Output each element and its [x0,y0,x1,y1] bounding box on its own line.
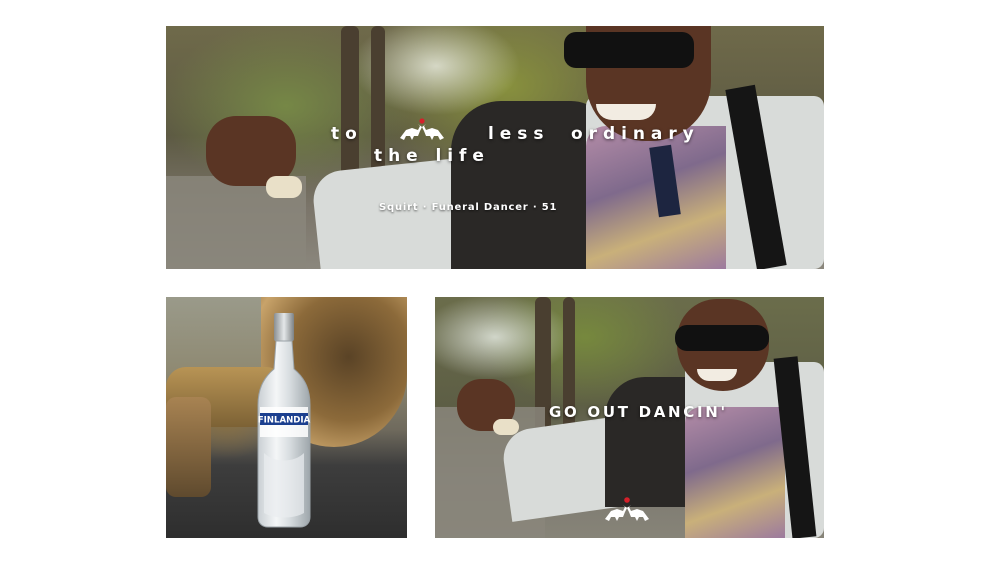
dancer-photo-panel: GO OUT DANCIN' [435,297,824,538]
bracelet [493,419,519,435]
headline-word-to: to [331,124,363,144]
finlandia-reindeer-logo-icon [398,118,446,142]
bottle-brand-label: FINLANDIA [258,416,311,426]
vodka-bottle: FINLANDIA [257,313,311,528]
ad-layout: to less ordinary the life Squirt · Funer… [0,0,1000,562]
slogan-text: GO OUT DANCIN' [549,403,728,421]
finlandia-reindeer-logo-icon [603,497,651,523]
photo-caption: Squirt · Funeral Dancer · 51 [379,202,558,213]
sunglasses [564,32,694,68]
headline-line-2: the life [374,146,490,166]
headline-word-ordinary: ordinary [571,124,700,144]
bracelet [266,176,302,198]
dancer-smile [697,369,737,381]
tuba-foot [166,397,211,497]
dancer-smile [596,104,656,120]
sunglasses [675,325,769,351]
bottle-photo-panel: FINLANDIA [166,297,407,538]
dancer-sash [685,407,785,538]
headline-word-less: less [488,124,550,144]
hero-photo-panel: to less ordinary the life Squirt · Funer… [166,26,824,269]
